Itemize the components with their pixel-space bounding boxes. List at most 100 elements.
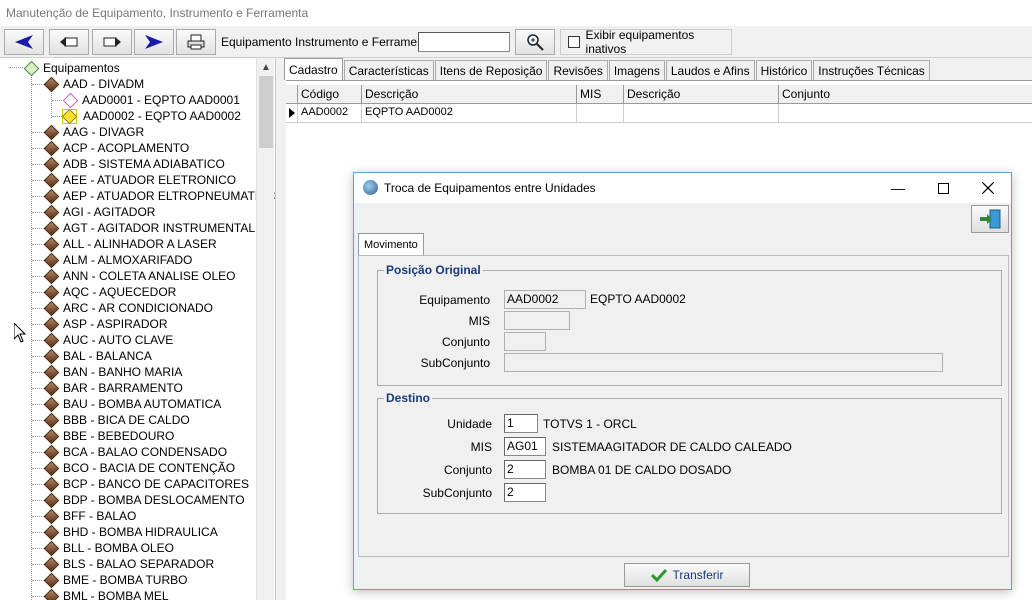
cell-conjunto[interactable] xyxy=(779,104,1032,123)
print-button[interactable] xyxy=(176,29,216,55)
scroll-up-icon[interactable]: ▲ xyxy=(261,62,271,73)
tree-child-aad0002-selected[interactable]: AAD0002 - EQPTO AAD0002 xyxy=(61,108,241,124)
tree-node[interactable]: AEP - ATUADOR ELTROPNEUMATICC xyxy=(43,188,275,204)
tree-node[interactable]: BDP - BOMBA DESLOCAMENTO xyxy=(43,492,245,508)
tree-scrollbar[interactable]: ▲ xyxy=(256,58,274,600)
tab-laudos[interactable]: Laudos e Afins xyxy=(665,60,755,80)
node-icon xyxy=(43,428,60,444)
tab-revisoes[interactable]: Revisões xyxy=(548,60,608,80)
exit-button[interactable] xyxy=(971,205,1009,233)
tree-child-aad0001[interactable]: AAD0001 - EQPTO AAD0001 xyxy=(62,92,240,108)
tab-caracteristicas[interactable]: Características xyxy=(343,60,434,80)
tree-line xyxy=(32,260,44,261)
tree-node[interactable]: ANN - COLETA ANALISE OLEO xyxy=(43,268,236,284)
tree-node[interactable]: BHD - BOMBA HIDRAULICA xyxy=(43,524,218,540)
show-inactive-checkbox[interactable] xyxy=(568,36,580,48)
original-position-title: Posição Original xyxy=(384,263,483,277)
tree-node[interactable]: BLL - BOMBA OLEO xyxy=(43,540,174,556)
tree-node[interactable]: ASP - ASPIRADOR xyxy=(43,316,167,332)
show-inactive-toggle[interactable]: Exibir equipamentos inativos xyxy=(560,28,732,56)
tree-line xyxy=(32,564,44,565)
equipment-search-input[interactable] xyxy=(418,32,510,52)
tree-line xyxy=(32,484,44,485)
tree-node[interactable]: BAR - BARRAMENTO xyxy=(43,380,183,396)
mis-input[interactable]: AG01 xyxy=(504,437,546,456)
tree-node[interactable]: BML - BOMBA MEL xyxy=(43,588,169,600)
forward-hand-button[interactable] xyxy=(92,29,132,55)
previous-button[interactable] xyxy=(4,29,44,55)
tree-line xyxy=(32,532,44,533)
tree-node[interactable]: BCP - BANCO DE CAPACITORES xyxy=(43,476,249,492)
tree-line xyxy=(32,196,44,197)
next-button[interactable] xyxy=(134,29,174,55)
tree-node[interactable]: ADB - SISTEMA ADIABATICO xyxy=(43,156,225,172)
tree-line xyxy=(32,452,44,453)
node-icon xyxy=(43,204,60,220)
node-icon xyxy=(43,508,60,524)
tree-node[interactable]: BAN - BANHO MARIA xyxy=(43,364,182,380)
search-button[interactable] xyxy=(515,29,555,55)
subconjunto-input[interactable]: 2 xyxy=(504,483,546,502)
maximize-button[interactable] xyxy=(920,173,966,203)
equipamento-label: Equipamento xyxy=(419,293,490,307)
table-row[interactable]: AAD0002 EQPTO AAD0002 xyxy=(286,104,1032,123)
tab-imagens[interactable]: Imagens xyxy=(608,60,665,80)
tab-instrucoes-tecnicas[interactable]: Instruções Técnicas xyxy=(813,60,930,80)
tree-node[interactable]: ARC - AR CONDICIONADO xyxy=(43,300,213,316)
col-mis[interactable]: MIS xyxy=(577,85,624,104)
scroll-thumb[interactable] xyxy=(259,76,273,148)
tree-node[interactable]: ALM - ALMOXARIFADO xyxy=(43,252,192,268)
col-conjunto[interactable]: Conjunto xyxy=(779,85,1032,104)
node-icon xyxy=(43,284,60,300)
destino-conjunto-label: Conjunto xyxy=(443,463,492,477)
tree-node[interactable]: ACP - ACOPLAMENTO xyxy=(43,140,189,156)
col-descricao[interactable]: Descrição xyxy=(362,85,577,104)
cell-descricao-mis[interactable] xyxy=(624,104,779,123)
unidade-input[interactable]: 1 xyxy=(504,414,538,433)
node-icon xyxy=(43,252,60,268)
tree-node[interactable]: AGI - AGITADOR xyxy=(43,204,155,220)
tree-node[interactable]: BAL - BALANCA xyxy=(43,348,152,364)
col-codigo[interactable]: Código xyxy=(298,85,362,104)
tree-node[interactable]: BFF - BALAO xyxy=(43,508,136,524)
equipment-tree[interactable]: Equipamentos AAD - DIVADM AAD0001 - EQPT… xyxy=(0,58,276,600)
node-icon xyxy=(43,412,60,428)
col-descricao-mis[interactable]: Descrição xyxy=(624,85,779,104)
destino-subconjunto-label: SubConjunto xyxy=(422,486,492,500)
dialog-titlebar[interactable]: Troca de Equipamentos entre Unidades — xyxy=(354,173,1011,203)
tab-cadastro[interactable]: Cadastro xyxy=(284,58,343,80)
cell-mis[interactable] xyxy=(577,104,624,123)
checkmark-icon xyxy=(650,568,667,582)
cell-descricao[interactable]: EQPTO AAD0002 xyxy=(362,104,577,123)
tab-itens-reposicao[interactable]: Itens de Reposição xyxy=(434,60,548,80)
equipment-grid[interactable]: Código Descrição MIS Descrição Conjunto … xyxy=(286,85,1032,123)
tree-node[interactable]: AAG - DIVAGR xyxy=(43,124,144,140)
tree-node-aad[interactable]: AAD - DIVADM xyxy=(43,76,144,92)
node-icon xyxy=(43,460,60,476)
tree-node[interactable]: AEE - ATUADOR ELETRONICO xyxy=(43,172,237,188)
destino-mis-label: MIS xyxy=(470,440,492,454)
tree-node[interactable]: BBE - BEBEDOURO xyxy=(43,428,174,444)
tree-node[interactable]: AUC - AUTO CLAVE xyxy=(43,332,173,348)
tab-historico[interactable]: Histórico xyxy=(755,60,813,80)
tree-node[interactable]: BAU - BOMBA AUTOMATICA xyxy=(43,396,221,412)
tree-node[interactable]: BME - BOMBA TURBO xyxy=(43,572,187,588)
tree-node-label: BHD - BOMBA HIDRAULICA xyxy=(63,525,218,539)
tree-node[interactable]: BBB - BICA DE CALDO xyxy=(43,412,190,428)
transfer-button[interactable]: Transferir xyxy=(624,563,750,587)
back-hand-button[interactable] xyxy=(49,29,89,55)
tree-node[interactable]: AGT - AGITADOR INSTRUMENTAL xyxy=(43,220,255,236)
tab-movimento[interactable]: Movimento xyxy=(358,233,424,255)
tree-node[interactable]: AQC - AQUECEDOR xyxy=(43,284,176,300)
tree-node[interactable]: ALL - ALINHADOR A LASER xyxy=(43,236,217,252)
tree-line xyxy=(32,516,44,517)
tree-node[interactable]: BCA - BALAO CONDENSADO xyxy=(43,444,227,460)
cell-codigo[interactable]: AAD0002 xyxy=(298,104,362,123)
tree-root[interactable]: Equipamentos xyxy=(23,60,120,76)
tree-node[interactable]: BLS - BALAO SEPARADOR xyxy=(43,556,214,572)
tree-node[interactable]: BCO - BACIA DE CONTENÇÃO xyxy=(43,460,235,476)
close-button[interactable] xyxy=(965,173,1011,203)
tree-node-label: AEE - ATUADOR ELETRONICO xyxy=(63,173,237,187)
conjunto-input[interactable]: 2 xyxy=(504,460,546,479)
minimize-button[interactable]: — xyxy=(875,173,921,203)
